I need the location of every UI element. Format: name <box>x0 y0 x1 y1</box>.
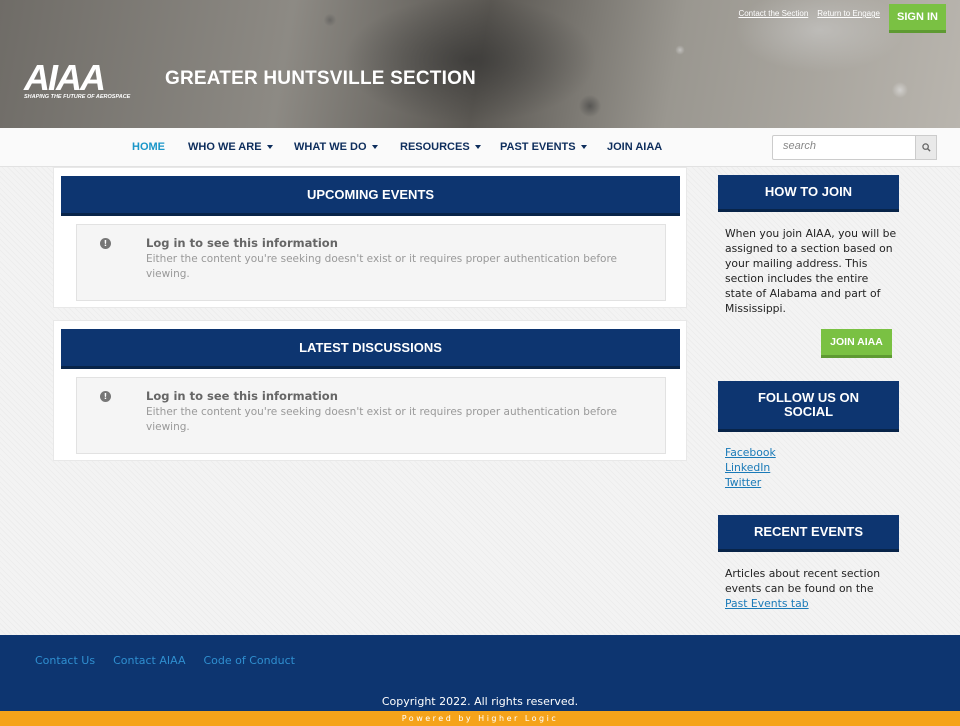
site-header: Contact the Section Return to Engage SIG… <box>0 0 960 128</box>
nav-join-aiaa-label: JOIN AIAA <box>607 141 663 153</box>
contact-us-link[interactable]: Contact Us <box>35 654 95 667</box>
utility-links: Contact the Section Return to Engage <box>738 9 880 18</box>
past-events-tab-link[interactable]: Past Events tab <box>725 597 809 610</box>
logo-wordmark: AIAA <box>24 57 106 98</box>
contact-aiaa-link[interactable]: Contact AIAA <box>113 654 185 667</box>
logo-tagline: SHAPING THE FUTURE OF AEROSPACE <box>24 94 131 100</box>
copyright-text: Copyright 2022. All rights reserved. <box>381 695 579 708</box>
exclamation-icon: ! <box>100 238 111 249</box>
nav-what-we-do-label: WHAT WE DO <box>294 141 367 153</box>
login-notice: ! Log in to see this information Either … <box>76 224 666 301</box>
search-button[interactable] <box>916 135 937 160</box>
how-to-join-text: When you join AIAA, you will be assigned… <box>725 227 897 315</box>
recent-events-description: Articles about recent section events can… <box>725 567 881 595</box>
nav-join-aiaa[interactable]: JOIN AIAA <box>607 141 662 153</box>
nav-resources-label: RESOURCES <box>400 141 470 153</box>
latest-discussions-heading: LATEST DISCUSSIONS <box>61 329 680 369</box>
nav-what-we-do[interactable]: WHAT WE DO <box>294 141 378 153</box>
facebook-link[interactable]: Facebook <box>725 446 776 459</box>
caret-down-icon <box>580 145 587 150</box>
recent-events-text: Articles about recent section events can… <box>725 566 897 611</box>
powered-by-bar[interactable]: Powered by Higher Logic <box>0 711 960 726</box>
search-input[interactable]: search <box>772 135 916 160</box>
contact-section-link[interactable]: Contact the Section <box>738 9 808 18</box>
nav-who-we-are-label: WHO WE ARE <box>188 141 262 153</box>
nav-past-events-label: PAST EVENTS <box>500 141 576 153</box>
nav-home[interactable]: HOME <box>132 141 165 153</box>
latest-discussions-panel: LATEST DISCUSSIONS ! Log in to see this … <box>53 320 687 461</box>
nav-resources[interactable]: RESOURCES <box>400 141 481 153</box>
follow-us-heading: FOLLOW US ON SOCIAL <box>718 381 899 432</box>
code-of-conduct-link[interactable]: Code of Conduct <box>204 654 295 667</box>
login-notice-title: Log in to see this information <box>146 236 338 250</box>
nav-home-label: HOME <box>132 141 165 153</box>
footer-links: Contact Us Contact AIAA Code of Conduct <box>35 654 295 667</box>
upcoming-events-heading: UPCOMING EVENTS <box>61 176 680 216</box>
how-to-join-heading: HOW TO JOIN <box>718 175 899 212</box>
return-to-engage-link[interactable]: Return to Engage <box>817 9 880 18</box>
login-notice-body: Either the content you're seeking doesn'… <box>146 253 618 280</box>
upcoming-events-panel: UPCOMING EVENTS ! Log in to see this inf… <box>53 167 687 308</box>
social-links: Facebook LinkedIn Twitter <box>725 446 776 489</box>
caret-down-icon <box>474 145 481 150</box>
nav-who-we-are[interactable]: WHO WE ARE <box>188 141 273 153</box>
site-footer: Contact Us Contact AIAA Code of Conduct … <box>0 635 960 711</box>
sign-in-button[interactable]: SIGN IN <box>889 4 946 33</box>
linkedin-link[interactable]: LinkedIn <box>725 461 776 474</box>
recent-events-heading: RECENT EVENTS <box>718 515 899 552</box>
login-notice: ! Log in to see this information Either … <box>76 377 666 454</box>
site-title: GREATER HUNTSVILLE SECTION <box>165 68 476 89</box>
twitter-link[interactable]: Twitter <box>725 476 776 489</box>
caret-down-icon <box>266 145 273 150</box>
join-aiaa-button[interactable]: JOIN AIAA <box>821 329 892 358</box>
login-notice-title: Log in to see this information <box>146 389 338 403</box>
caret-down-icon <box>371 145 378 150</box>
search-icon <box>921 143 931 152</box>
exclamation-icon: ! <box>100 391 111 402</box>
aiaa-logo[interactable]: AIAA SHAPING THE FUTURE OF AEROSPACE <box>24 60 156 104</box>
nav-past-events[interactable]: PAST EVENTS <box>500 141 587 153</box>
login-notice-body: Either the content you're seeking doesn'… <box>146 406 618 433</box>
